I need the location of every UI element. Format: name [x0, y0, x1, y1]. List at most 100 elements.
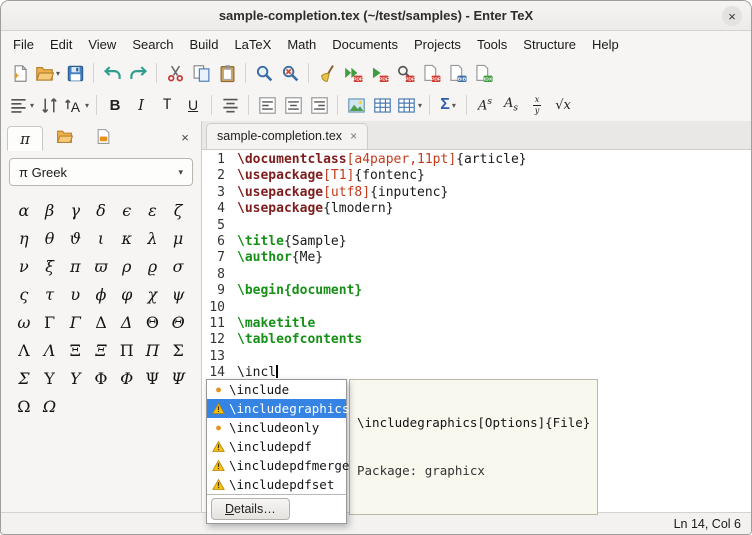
bold-button[interactable]: B: [102, 92, 128, 118]
symbol-cell[interactable]: ξ: [37, 254, 63, 278]
tab-close-icon[interactable]: ×: [350, 129, 357, 143]
copy-button[interactable]: [188, 60, 214, 86]
tab-pdf[interactable]: [85, 126, 121, 151]
view-pdf-button[interactable]: PDF: [392, 60, 418, 86]
symbol-cell[interactable]: Φ: [114, 366, 140, 390]
tab-symbols[interactable]: π: [7, 126, 43, 151]
makeindex-button[interactable]: IDX: [470, 60, 496, 86]
symbol-cell[interactable]: ϱ: [140, 254, 166, 278]
menu-view[interactable]: View: [80, 34, 124, 55]
symbol-cell[interactable]: υ: [62, 282, 88, 306]
font-size-button[interactable]: A▾: [62, 92, 91, 118]
symbol-cell[interactable]: Π: [140, 338, 166, 362]
tab-files[interactable]: [46, 126, 82, 151]
table-menu-button[interactable]: ▾: [395, 92, 424, 118]
env-right-button[interactable]: [306, 92, 332, 118]
document-tab[interactable]: sample-completion.tex ×: [206, 123, 368, 149]
symbol-cell[interactable]: ψ: [165, 282, 191, 306]
symbol-cell[interactable]: γ: [62, 198, 88, 222]
menu-latex[interactable]: LaTeX: [226, 34, 279, 55]
env-center-button[interactable]: [280, 92, 306, 118]
menu-projects[interactable]: Projects: [406, 34, 469, 55]
window-close-button[interactable]: ×: [722, 6, 742, 26]
undo-button[interactable]: [99, 60, 125, 86]
details-button[interactable]: Details…: [211, 498, 290, 520]
quick-build-button[interactable]: PDF: [340, 60, 366, 86]
sqrt-button[interactable]: √x: [550, 92, 576, 118]
symbol-cell[interactable]: ν: [11, 254, 37, 278]
symbol-cell[interactable]: ϵ: [114, 198, 140, 222]
math-sum-button[interactable]: Σ▾: [435, 92, 461, 118]
symbol-cell[interactable]: Σ: [11, 366, 37, 390]
menu-math[interactable]: Math: [279, 34, 324, 55]
symbol-cell[interactable]: ε: [140, 198, 166, 222]
symbol-cell[interactable]: Ψ: [165, 366, 191, 390]
symbol-cell[interactable]: ϑ: [62, 226, 88, 250]
symbol-cell[interactable]: Γ: [37, 310, 63, 334]
env-left-button[interactable]: [254, 92, 280, 118]
symbol-cell[interactable]: ρ: [114, 254, 140, 278]
find-replace-button[interactable]: [277, 60, 303, 86]
symbol-cell[interactable]: ω: [11, 310, 37, 334]
paste-button[interactable]: [214, 60, 240, 86]
symbol-cell[interactable]: θ: [37, 226, 63, 250]
symbol-cell[interactable]: δ: [88, 198, 114, 222]
cut-button[interactable]: [162, 60, 188, 86]
symbol-cell[interactable]: ς: [11, 282, 37, 306]
insert-image-button[interactable]: [343, 92, 369, 118]
menu-help[interactable]: Help: [584, 34, 627, 55]
symbol-cell[interactable]: Θ: [140, 310, 166, 334]
completion-item[interactable]: \includegraphics: [207, 399, 346, 418]
menu-structure[interactable]: Structure: [515, 34, 584, 55]
symbol-cell[interactable]: κ: [114, 226, 140, 250]
completion-item[interactable]: \includeonly: [207, 418, 346, 437]
find-button[interactable]: [251, 60, 277, 86]
line-spacing-button[interactable]: [36, 92, 62, 118]
clean-auxiliary-button[interactable]: [314, 60, 340, 86]
symbol-cell[interactable]: Γ: [62, 310, 88, 334]
symbol-cell[interactable]: φ: [114, 282, 140, 306]
symbol-cell[interactable]: ϕ: [88, 282, 114, 306]
symbol-cell[interactable]: Π: [114, 338, 140, 362]
symbol-cell[interactable]: Ψ: [140, 366, 166, 390]
align-center-button[interactable]: [217, 92, 243, 118]
symbol-cell[interactable]: α: [11, 198, 37, 222]
symbol-set-select[interactable]: π Greek ▾: [9, 158, 193, 186]
symbol-cell[interactable]: Υ: [62, 366, 88, 390]
symbol-cell[interactable]: Υ: [37, 366, 63, 390]
completion-item[interactable]: \includepdfset: [207, 475, 346, 494]
symbol-cell[interactable]: Ξ: [88, 338, 114, 362]
symbol-cell[interactable]: Λ: [37, 338, 63, 362]
symbol-cell[interactable]: χ: [140, 282, 166, 306]
symbol-cell[interactable]: λ: [140, 226, 166, 250]
symbol-cell[interactable]: ι: [88, 226, 114, 250]
underline-button[interactable]: U: [180, 92, 206, 118]
symbol-cell[interactable]: Δ: [88, 310, 114, 334]
open-file-button[interactable]: ▾: [33, 60, 62, 86]
sidebar-close-button[interactable]: ×: [175, 127, 195, 147]
italic-button[interactable]: I: [128, 92, 154, 118]
symbol-cell[interactable]: Δ: [114, 310, 140, 334]
symbol-cell[interactable]: ϖ: [88, 254, 114, 278]
symbol-cell[interactable]: Λ: [11, 338, 37, 362]
symbol-cell[interactable]: Ξ: [62, 338, 88, 362]
subscript-button[interactable]: As: [498, 92, 524, 118]
symbol-cell[interactable]: Φ: [88, 366, 114, 390]
insert-table-button[interactable]: [369, 92, 395, 118]
menu-file[interactable]: File: [5, 34, 42, 55]
symbol-cell[interactable]: π: [62, 254, 88, 278]
menu-edit[interactable]: Edit: [42, 34, 80, 55]
completion-item[interactable]: \include: [207, 380, 346, 399]
symbol-cell[interactable]: τ: [37, 282, 63, 306]
menu-build[interactable]: Build: [182, 34, 227, 55]
completion-item[interactable]: \includepdf: [207, 437, 346, 456]
symbol-cell[interactable]: Θ: [165, 310, 191, 334]
symbol-cell[interactable]: ζ: [165, 198, 191, 222]
menu-search[interactable]: Search: [124, 34, 181, 55]
redo-button[interactable]: [125, 60, 151, 86]
fraction-button[interactable]: xy: [524, 92, 550, 118]
section-list-button[interactable]: ▾: [7, 92, 36, 118]
symbol-cell[interactable]: Ω: [37, 394, 63, 418]
menu-tools[interactable]: Tools: [469, 34, 515, 55]
typewriter-button[interactable]: T: [154, 92, 180, 118]
